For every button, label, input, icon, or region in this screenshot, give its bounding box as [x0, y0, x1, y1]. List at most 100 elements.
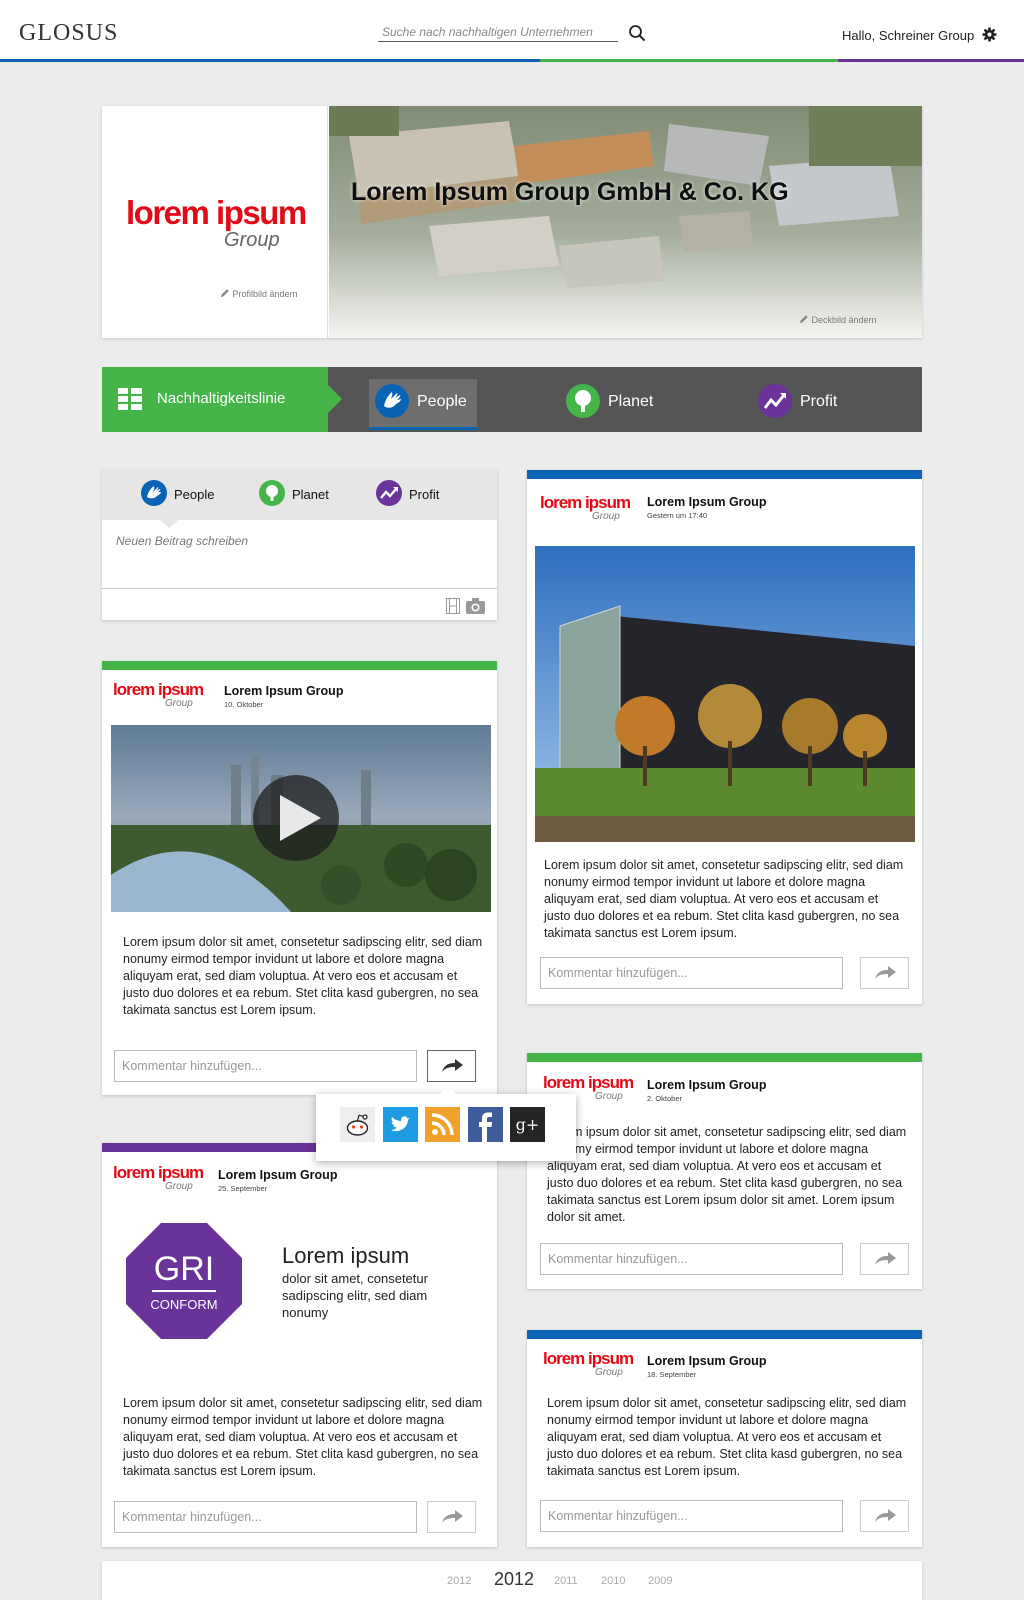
film-icon[interactable] [446, 598, 460, 614]
campus-aerial-photo [329, 106, 922, 338]
search-icon[interactable] [628, 24, 646, 42]
post-date: 10. Oktober [224, 700, 264, 709]
google-plus-icon[interactable]: g+ [510, 1107, 545, 1142]
post-photo[interactable] [535, 546, 915, 842]
post-author[interactable]: Lorem Ipsum Group [647, 1354, 766, 1368]
post-author[interactable]: Lorem Ipsum Group [224, 684, 343, 698]
year-selector: 2012 2012 2011 2010 2009 [102, 1561, 922, 1600]
share-button[interactable] [860, 1500, 909, 1532]
post-category-bar [527, 1330, 922, 1339]
logo-wordmark: lorem ipsum [540, 493, 631, 512]
composer-tab-pointer [160, 520, 178, 528]
logo-subline: Group [224, 229, 280, 251]
logo-subline: Group [595, 1091, 623, 1102]
logo-wordmark: lorem ipsum [113, 680, 204, 699]
header-stripe-people [0, 59, 540, 62]
year-current[interactable]: 2012 [494, 1569, 534, 1590]
tab-planet[interactable]: Planet [560, 379, 668, 430]
share-button[interactable] [860, 957, 909, 989]
post-author[interactable]: Lorem Ipsum Group [218, 1168, 337, 1182]
logo-wordmark: lorem ipsum [543, 1073, 634, 1092]
tab-planet-label: Planet [608, 393, 654, 410]
post-composer: People Planet Profit Neuen Beitrag schre… [102, 470, 497, 620]
profile-picture[interactable]: lorem ipsum Group Profilbild ändern [102, 106, 328, 338]
post-text: Lorem ipsum dolor sit amet, consetetur s… [547, 1125, 907, 1224]
category-nav: Nachhaltigkeitslinie People Planet Profi… [102, 367, 922, 432]
post-category-bar [527, 1053, 922, 1062]
logo-subline: Group [592, 511, 620, 522]
year-link[interactable]: 2012 [447, 1575, 471, 1587]
comment-input[interactable] [540, 957, 843, 989]
change-cover-label: Deckbild ändern [811, 315, 877, 325]
composer-tab-planet-label: Planet [292, 487, 329, 502]
post-text: Lorem ipsum dolor sit amet, consetetur s… [123, 935, 483, 1017]
post-card: lorem ipsum Group Lorem Ipsum Group 18. … [527, 1330, 922, 1547]
company-logo: lorem ipsum Group [126, 194, 307, 251]
search-input[interactable] [378, 22, 618, 42]
year-link[interactable]: 2011 [554, 1575, 578, 1587]
pencil-icon [221, 289, 229, 297]
facebook-icon[interactable] [468, 1107, 503, 1142]
tab-profit[interactable]: Profit [752, 379, 860, 430]
reddit-icon[interactable] [340, 1107, 375, 1142]
comment-input[interactable] [114, 1050, 417, 1082]
post-category-bar [527, 470, 922, 479]
tab-people[interactable]: People [369, 379, 477, 430]
post-author[interactable]: Lorem Ipsum Group [647, 495, 766, 509]
post-date: 25. September [218, 1184, 268, 1193]
user-greeting[interactable]: Hallo, Schreiner Group [842, 28, 974, 43]
new-post-field[interactable]: Neuen Beitrag schreiben [116, 534, 476, 554]
change-profile-picture-link[interactable]: Profilbild ändern [220, 288, 298, 299]
share-arrow-icon [442, 1510, 463, 1523]
logo-subline: Group [165, 698, 193, 709]
post-date: 2. Oktober [647, 1094, 683, 1103]
change-profile-picture-label: Profilbild ändern [232, 289, 298, 299]
change-cover-link[interactable]: Deckbild ändern [799, 314, 877, 325]
share-button[interactable] [860, 1243, 909, 1275]
post-author-logo: lorem ipsum Group [113, 1163, 204, 1192]
camera-icon[interactable] [466, 598, 485, 614]
share-popup: g+ [316, 1086, 576, 1161]
grid-icon [118, 388, 142, 410]
hand-icon [141, 480, 167, 506]
profile-header: lorem ipsum Group Profilbild ändern Lore… [102, 106, 922, 338]
chart-arrow-icon [758, 384, 792, 418]
share-button[interactable] [427, 1050, 476, 1082]
twitter-icon[interactable] [383, 1107, 418, 1142]
gri-heading: Lorem ipsum [282, 1243, 410, 1268]
logo-subline: Group [595, 1367, 623, 1378]
share-arrow-icon [875, 1509, 896, 1522]
year-link[interactable]: 2009 [648, 1575, 672, 1587]
post-date: 18. September [647, 1370, 697, 1379]
timeline-tab[interactable]: Nachhaltigkeitslinie [102, 367, 342, 432]
post-author[interactable]: Lorem Ipsum Group [647, 1078, 766, 1092]
gear-icon[interactable] [982, 27, 997, 42]
cover-image[interactable]: Lorem Ipsum Group GmbH & Co. KG Deckbild… [329, 106, 922, 338]
share-popup-pointer [440, 1086, 456, 1094]
app-logo[interactable]: GLOSUS [19, 20, 118, 47]
post-card: lorem ipsum Group Lorem Ipsum Group Gest… [527, 470, 922, 1004]
year-link[interactable]: 2010 [601, 1575, 625, 1587]
post-author-logo: lorem ipsum Group [543, 1349, 634, 1378]
tree-icon [259, 480, 285, 506]
comment-input[interactable] [540, 1500, 843, 1532]
post-text: Lorem ipsum dolor sit amet, consetetur s… [544, 858, 904, 940]
post-card: lorem ipsum Group Lorem Ipsum Group 2. O… [527, 1053, 922, 1289]
composer-divider [102, 588, 497, 589]
play-icon[interactable] [278, 797, 279, 798]
post-card: lorem ipsum Group Lorem Ipsum Group 25. … [102, 1143, 497, 1547]
logo-wordmark: lorem ipsum [113, 1163, 204, 1182]
post-video[interactable] [111, 725, 491, 912]
comment-input[interactable] [540, 1243, 843, 1275]
tab-profit-label: Profit [800, 393, 838, 410]
logo-wordmark: lorem ipsum [543, 1349, 634, 1368]
timeline-arrow [328, 385, 342, 413]
tree-icon [566, 384, 600, 418]
post-text: Lorem ipsum dolor sit amet, consetetur s… [123, 1396, 483, 1478]
header-stripe-profit [838, 59, 1024, 62]
rss-icon[interactable] [425, 1107, 460, 1142]
logo-wordmark: lorem ipsum [126, 194, 307, 231]
comment-input[interactable] [114, 1501, 417, 1533]
post-date: Gestern um 17:40 [647, 511, 708, 520]
share-button[interactable] [427, 1501, 476, 1533]
